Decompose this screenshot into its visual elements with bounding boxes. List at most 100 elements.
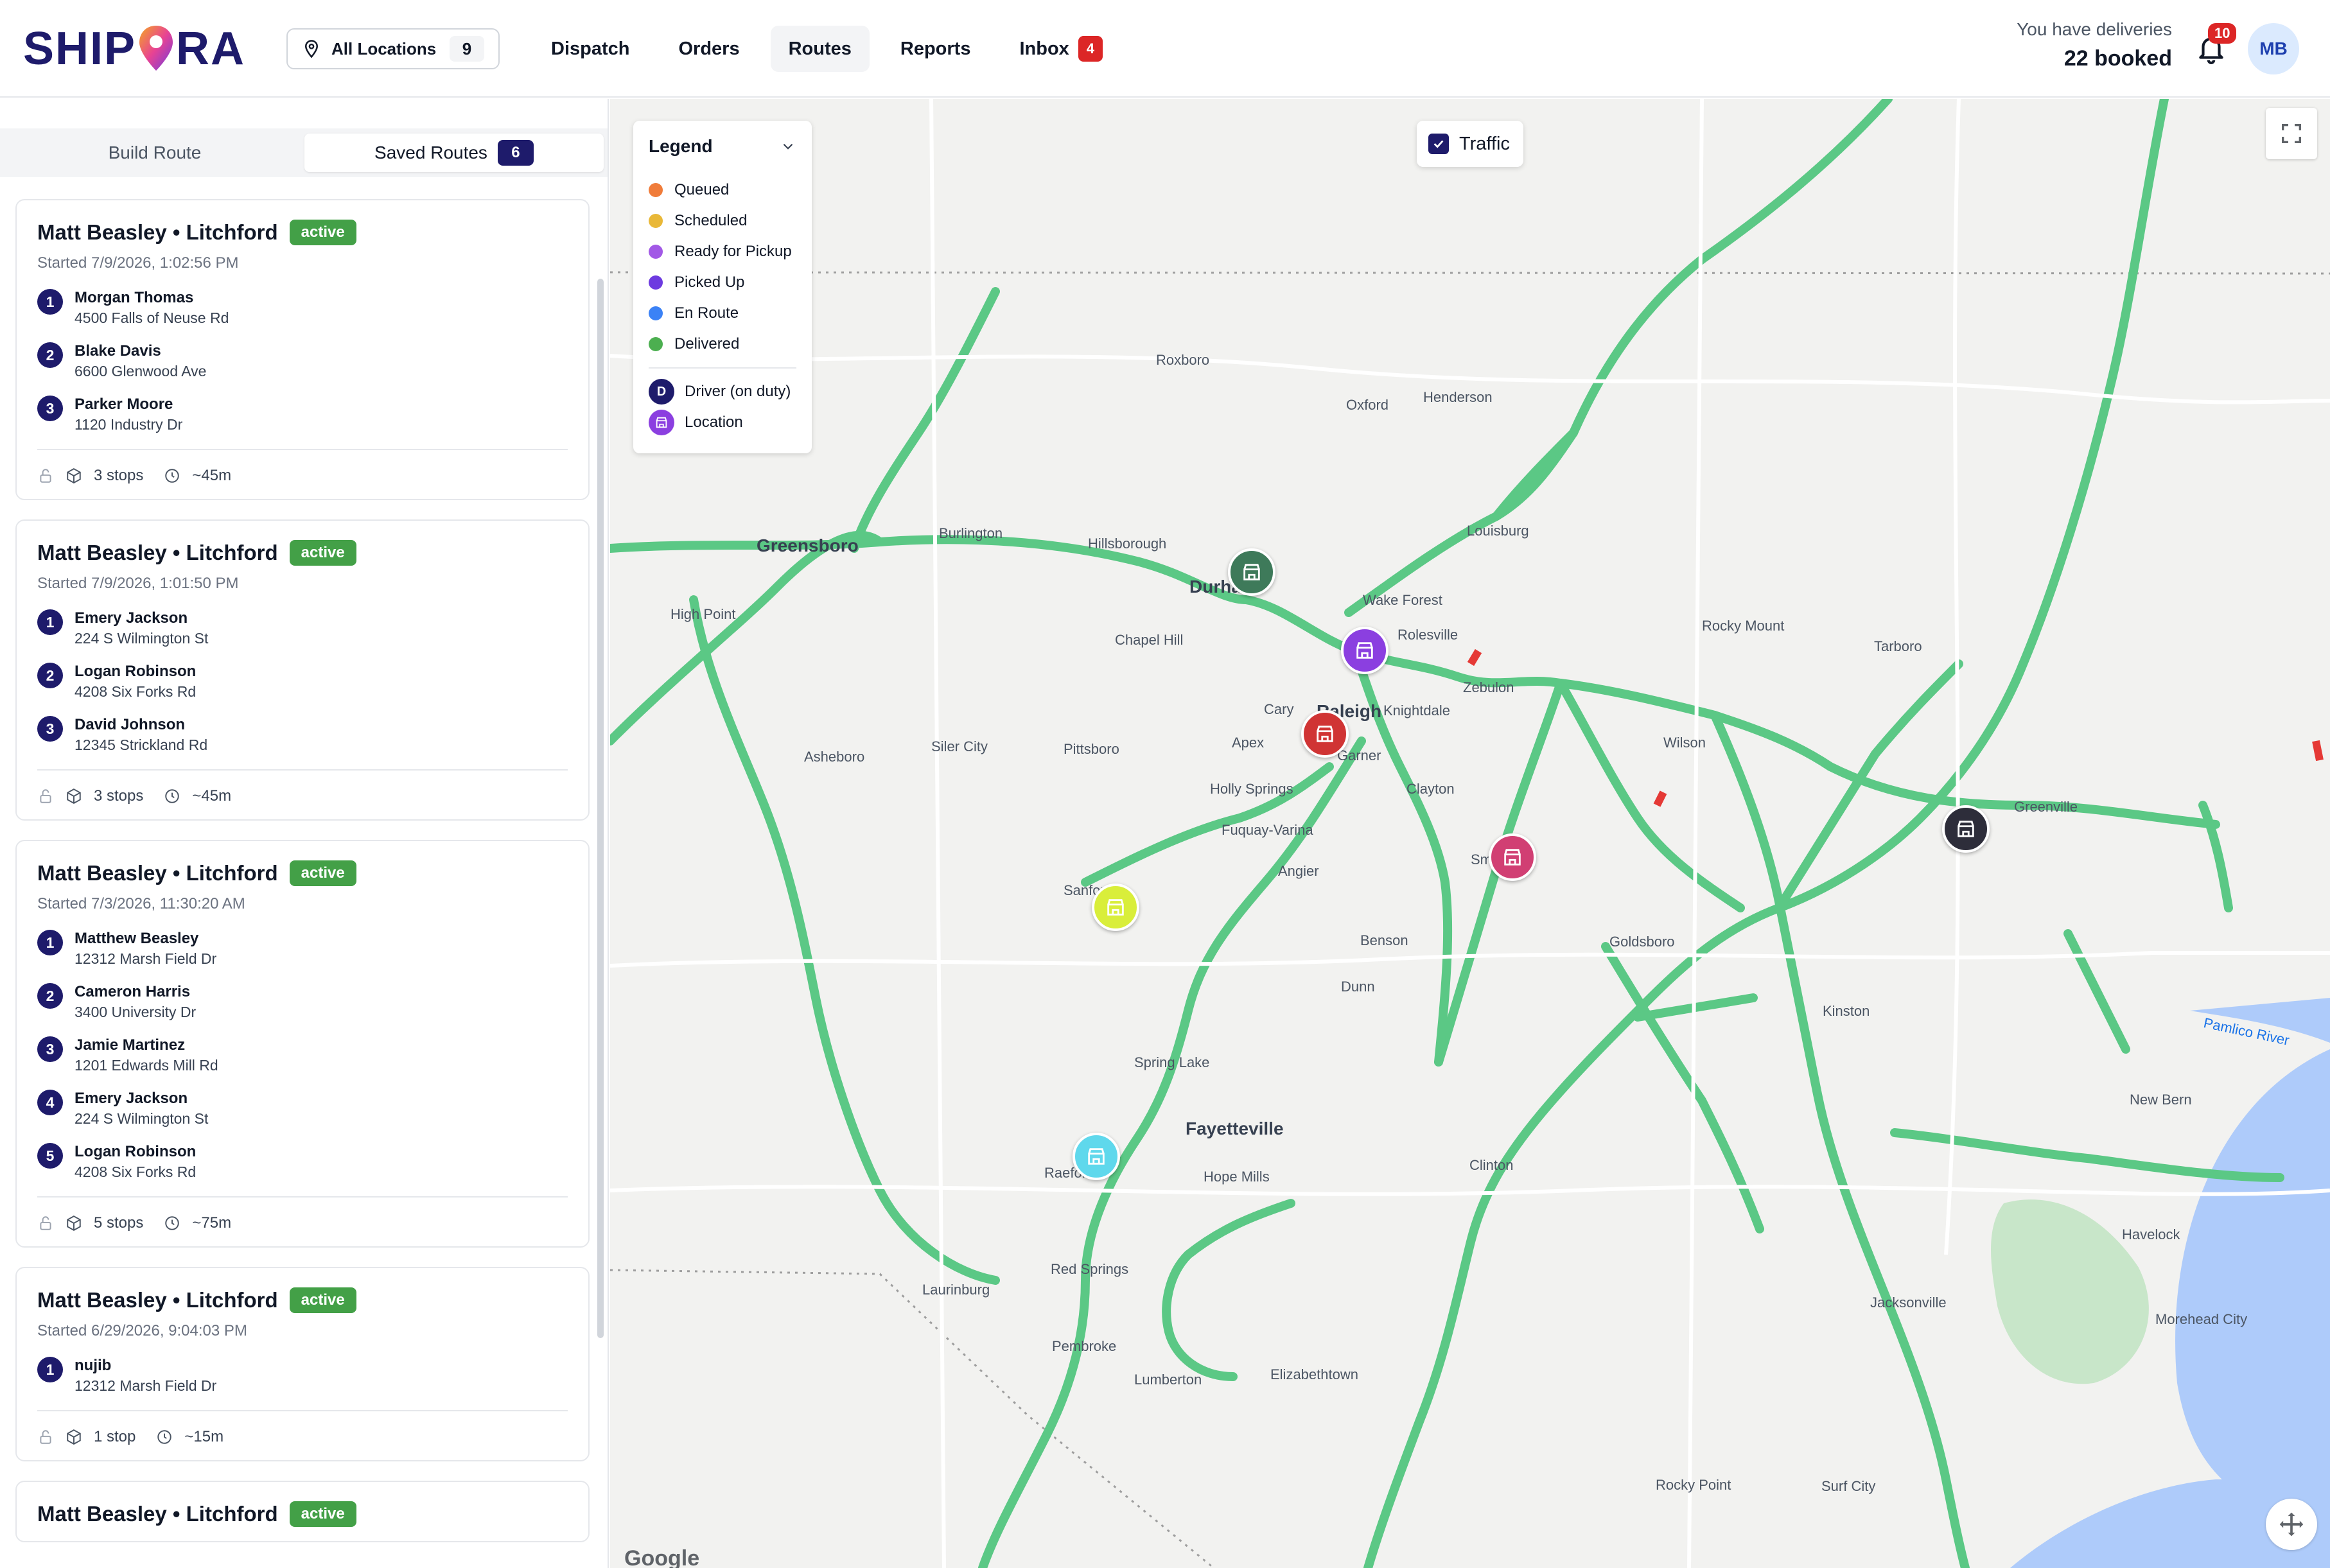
lock-icon[interactable] <box>37 467 54 484</box>
route-duration: ~45m <box>164 467 231 485</box>
route-stop: 1 Matthew Beasley 12312 Marsh Field Dr <box>37 930 568 968</box>
recenter-button[interactable] <box>2266 1499 2317 1550</box>
city-label: Pittsboro <box>1064 741 1119 757</box>
stop-address: 12312 Marsh Field Dr <box>74 1377 217 1394</box>
route-stop: 1 nujib 12312 Marsh Field Dr <box>37 1357 568 1395</box>
nav-routes[interactable]: Routes <box>770 26 870 72</box>
brand-name-left: SHIP <box>23 23 137 74</box>
route-stop: 2 Logan Robinson 4208 Six Forks Rd <box>37 663 568 701</box>
main-nav: Dispatch Orders Routes Reports Inbox 4 <box>533 26 1121 72</box>
route-started: Started 6/29/2026, 9:04:03 PM <box>37 1322 247 1339</box>
deliveries-summary: You have deliveries 22 booked <box>2017 19 2172 71</box>
user-avatar[interactable]: MB <box>2248 23 2299 74</box>
route-stop-count: 3 stops <box>66 467 143 485</box>
route-card[interactable]: Matt Beasley • Litchford active Started 7/… <box>15 519 590 821</box>
location-marker[interactable] <box>1301 710 1349 758</box>
route-stops: 1 Matthew Beasley 12312 Marsh Field Dr 2 Cam… <box>37 930 568 1181</box>
lock-icon[interactable] <box>37 788 54 805</box>
nav-reports[interactable]: Reports <box>882 26 989 72</box>
location-marker[interactable] <box>1073 1133 1120 1180</box>
city-label: Greensboro <box>757 536 859 555</box>
brand-logo[interactable]: SHIP RA <box>23 23 245 74</box>
city-label: Angier <box>1278 863 1319 879</box>
city-label: Siler City <box>931 738 988 754</box>
location-marker[interactable] <box>1228 548 1275 596</box>
legend-header[interactable]: Legend <box>649 136 796 157</box>
city-label: Clayton <box>1406 781 1455 797</box>
route-duration: ~15m <box>156 1428 223 1446</box>
city-label: Morehead City <box>2155 1311 2248 1327</box>
route-started: Started 7/3/2026, 11:30:20 AM <box>37 895 245 912</box>
traffic-toggle[interactable]: Traffic <box>1417 121 1523 167</box>
location-count: 9 <box>450 36 484 62</box>
fullscreen-button[interactable] <box>2266 108 2317 159</box>
nav-dispatch[interactable]: Dispatch <box>533 26 647 72</box>
nav-orders[interactable]: Orders <box>660 26 757 72</box>
lock-icon[interactable] <box>37 1429 54 1445</box>
route-card[interactable]: Matt Beasley • Litchford active Started 6/… <box>15 1267 590 1461</box>
duration-label: ~75m <box>192 1214 232 1232</box>
tab-saved-routes[interactable]: Saved Routes 6 <box>304 134 604 172</box>
route-card[interactable]: Matt Beasley • Litchford active Started 7/… <box>15 199 590 500</box>
sidebar-scrollbar[interactable] <box>597 279 604 1338</box>
location-selector[interactable]: All Locations 9 <box>286 28 500 69</box>
stop-number: 4 <box>37 1090 63 1115</box>
location-marker[interactable] <box>1092 884 1139 931</box>
stop-number: 3 <box>37 716 63 742</box>
location-marker[interactable] <box>1942 805 1990 853</box>
route-card-header: Matt Beasley • Litchford active <box>37 860 568 886</box>
notification-badge: 10 <box>2208 23 2237 44</box>
route-stop-count: 5 stops <box>66 1214 143 1232</box>
status-badge: active <box>289 220 356 245</box>
stop-name: Cameron Harris <box>74 983 191 1000</box>
legend-status-label: Delivered <box>674 335 740 353</box>
location-marker[interactable] <box>1489 833 1536 881</box>
city-label: Cary <box>1264 701 1294 717</box>
stop-name: Logan Robinson <box>74 1143 197 1160</box>
chevron-down-icon[interactable] <box>780 138 796 155</box>
nav-inbox[interactable]: Inbox 4 <box>1001 26 1120 72</box>
duration-label: ~15m <box>184 1428 224 1445</box>
clock-icon <box>157 1430 172 1444</box>
city-label: Knightdale <box>1383 702 1450 719</box>
store-icon <box>1504 849 1521 866</box>
stop-address: 4500 Falls of Neuse Rd <box>74 309 229 326</box>
lock-icon[interactable] <box>37 1215 54 1232</box>
map-pin-icon <box>304 40 319 58</box>
city-label: Benson <box>1360 932 1408 948</box>
location-marker[interactable] <box>1341 627 1388 674</box>
route-stop: 1 Morgan Thomas 4500 Falls of Neuse Rd <box>37 289 568 327</box>
route-card[interactable]: Matt Beasley • Litchford active Started 7/… <box>15 840 590 1248</box>
stop-number: 1 <box>37 609 63 635</box>
tab-build-route[interactable]: Build Route <box>5 134 304 172</box>
clock-icon <box>165 789 180 803</box>
location-selector-label: All Locations <box>331 39 437 58</box>
route-stop: 3 Jamie Martinez 1201 Edwards Mill Rd <box>37 1036 568 1074</box>
legend-status-label: En Route <box>674 304 739 322</box>
legend-status-label: Queued <box>674 181 730 198</box>
checkbox-checked-icon[interactable] <box>1428 134 1449 154</box>
map-canvas[interactable]: Greensboro Durham Raleigh Fayetteville C… <box>610 99 2330 1568</box>
city-label: Roxboro <box>1156 352 1210 368</box>
stop-address: 4208 Six Forks Rd <box>74 1163 197 1180</box>
city-label: Hope Mills <box>1204 1169 1270 1185</box>
route-card[interactable]: Matt Beasley • Litchford active <box>15 1481 590 1542</box>
stop-count-label: 5 stops <box>94 1214 144 1232</box>
legend-item-status: Delivered <box>649 329 796 360</box>
legend-status-label: Ready for Pickup <box>674 243 792 260</box>
city-label: Lumberton <box>1134 1372 1202 1388</box>
stop-name: Matthew Beasley <box>74 930 199 947</box>
legend-status-list: Queued Scheduled Ready for Pickup Picked Up… <box>649 175 796 360</box>
city-label: Louisburg <box>1467 523 1529 539</box>
route-card-footer: 5 stops ~75m <box>37 1196 568 1232</box>
stop-name: Emery Jackson <box>74 609 188 627</box>
legend-item-status: En Route <box>649 298 796 329</box>
city-label: Spring Lake <box>1134 1054 1210 1070</box>
stop-name: nujib <box>74 1357 112 1374</box>
store-icon <box>1088 1148 1105 1165</box>
routes-sidebar: Build Route Saved Routes 6 Matt Beasley •… <box>0 99 609 1568</box>
box-icon <box>67 788 81 804</box>
duration-label: ~45m <box>192 787 232 805</box>
status-badge: active <box>289 1287 356 1313</box>
stop-name: Emery Jackson <box>74 1090 188 1107</box>
